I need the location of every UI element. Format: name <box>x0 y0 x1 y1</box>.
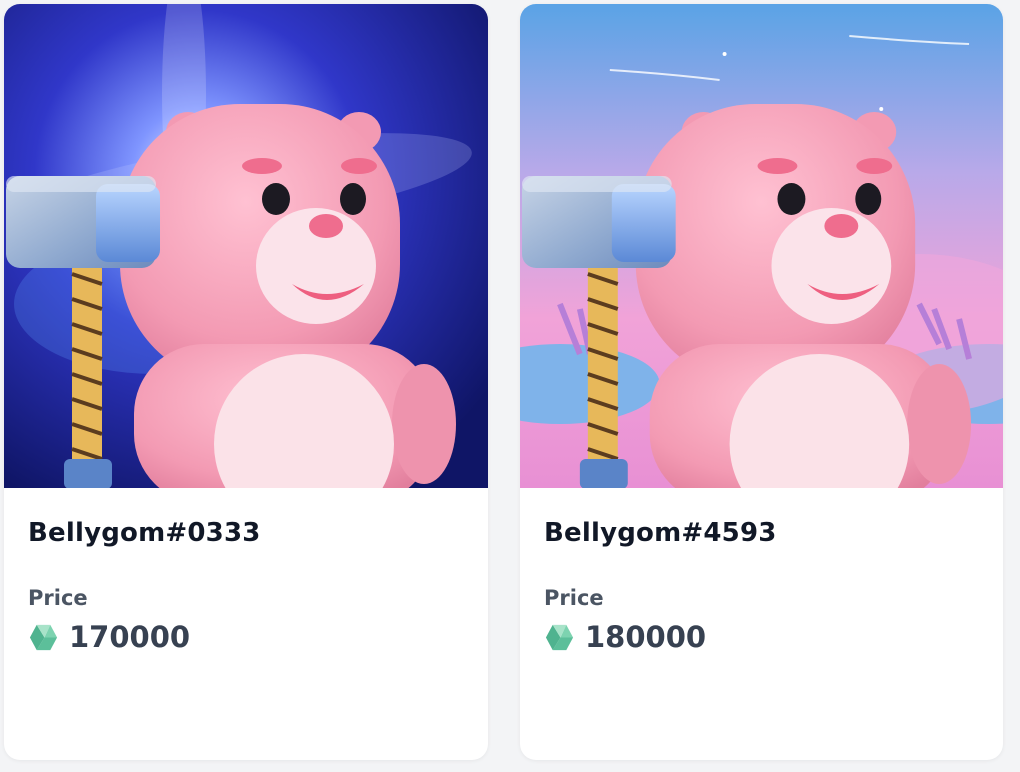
price-row: 180000 <box>544 619 979 655</box>
price-label: Price <box>28 586 88 610</box>
price-row: 170000 <box>28 619 464 655</box>
klaytn-icon <box>544 622 575 653</box>
price-label: Price <box>544 586 604 610</box>
nft-artwork-image[interactable] <box>520 4 1003 488</box>
nft-name[interactable]: Bellygom#0333 <box>28 517 464 549</box>
nft-artwork-image[interactable] <box>4 4 488 488</box>
nft-name[interactable]: Bellygom#4593 <box>544 517 979 549</box>
nft-card[interactable]: Bellygom#0333 Price 170000 <box>4 4 488 760</box>
nft-card[interactable]: Bellygom#4593 Price 180000 <box>520 4 1003 760</box>
nft-info: Bellygom#4593 Price 180000 <box>520 517 1003 655</box>
nft-card-grid: Bellygom#0333 Price 170000 Bellygom#4593… <box>0 0 1020 772</box>
nft-info: Bellygom#0333 Price 170000 <box>4 517 488 655</box>
price-value: 170000 <box>69 620 191 654</box>
price-value: 180000 <box>585 620 707 654</box>
klaytn-icon <box>28 622 59 653</box>
